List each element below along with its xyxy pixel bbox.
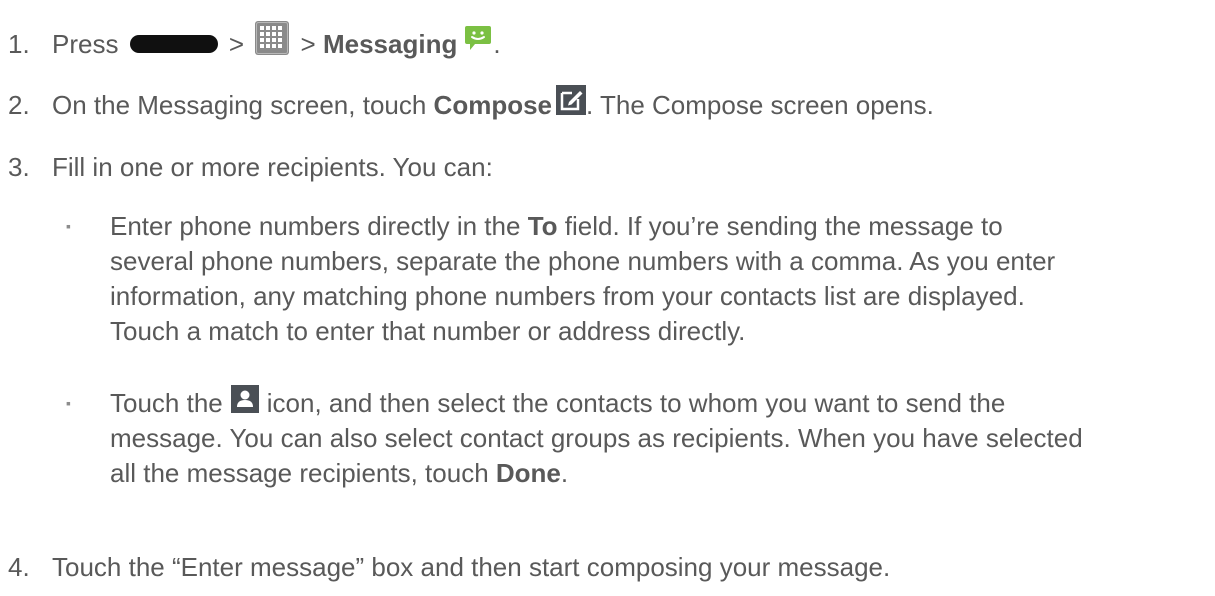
- bullet-line: information, any matching phone numbers …: [110, 281, 1025, 311]
- contact-picker-icon: [230, 385, 259, 414]
- step-4: 4. Touch the “Enter message” box and then…: [8, 550, 1208, 585]
- step-text: Touch the “Enter message” box and then s…: [52, 552, 891, 582]
- bullet-text: all the message recipients, touch: [110, 458, 496, 488]
- bullet-line: Enter phone numbers directly in the To f…: [66, 209, 1196, 244]
- step-number: 2.: [8, 90, 30, 120]
- step-text: Fill in one or more recipients. You can:: [52, 152, 493, 182]
- to-field-label: To: [527, 211, 558, 241]
- compose-icon: [556, 85, 587, 116]
- messaging-icon: [465, 26, 492, 51]
- bullet-text: field. If you’re sending the message to: [557, 211, 1003, 241]
- step-text-end: .: [493, 29, 501, 59]
- bullet-line: all the message recipients, touch Done.: [66, 456, 1196, 491]
- bullet-item-2: ▪ Touch the icon, and then select the co…: [66, 385, 1196, 491]
- home-key-icon: [129, 35, 218, 54]
- bullet-text: .: [560, 458, 569, 488]
- separator: >: [293, 29, 323, 59]
- bullet-text: Enter phone numbers directly in the: [110, 211, 528, 241]
- bullet-item-1: ▪ Enter phone numbers directly in the To…: [66, 209, 1196, 349]
- bullet-mark: ▪: [66, 395, 71, 411]
- bullet-line: message. You can also select contact gro…: [110, 423, 1083, 453]
- bullet-mark: ▪: [66, 218, 71, 234]
- messaging-label: Messaging: [322, 29, 458, 59]
- step-text: On the Messaging screen, touch: [52, 90, 434, 120]
- step-2: 2. On the Messaging screen, touch Compose…: [8, 85, 1208, 123]
- separator: >: [221, 29, 252, 59]
- done-label: Done: [495, 458, 561, 488]
- bullet-line: several phone numbers, separate the phon…: [110, 246, 1056, 276]
- compose-label: Compose: [433, 90, 553, 120]
- bullet-text: Touch the: [110, 388, 223, 418]
- step-3: 3. Fill in one or more recipients. You ca…: [8, 150, 1208, 185]
- apps-grid-icon: [255, 21, 290, 56]
- step-text: Press: [52, 29, 126, 59]
- bullet-line: Touch the icon, and then select the cont…: [66, 385, 1196, 421]
- step-number: 1.: [8, 29, 30, 59]
- step-number: 4.: [8, 552, 30, 582]
- step-1: 1. Press > > Messaging .: [8, 21, 1208, 63]
- bullet-line: Touch a match to enter that number or ad…: [110, 316, 746, 346]
- instruction-page: 1. Press > > Messaging . 2. On the Messagi…: [0, 0, 1215, 596]
- step-text-end: . The Compose screen opens.: [586, 90, 934, 120]
- step-number: 3.: [8, 152, 30, 182]
- bullet-text: icon, and then select the contacts to wh…: [266, 388, 1006, 418]
